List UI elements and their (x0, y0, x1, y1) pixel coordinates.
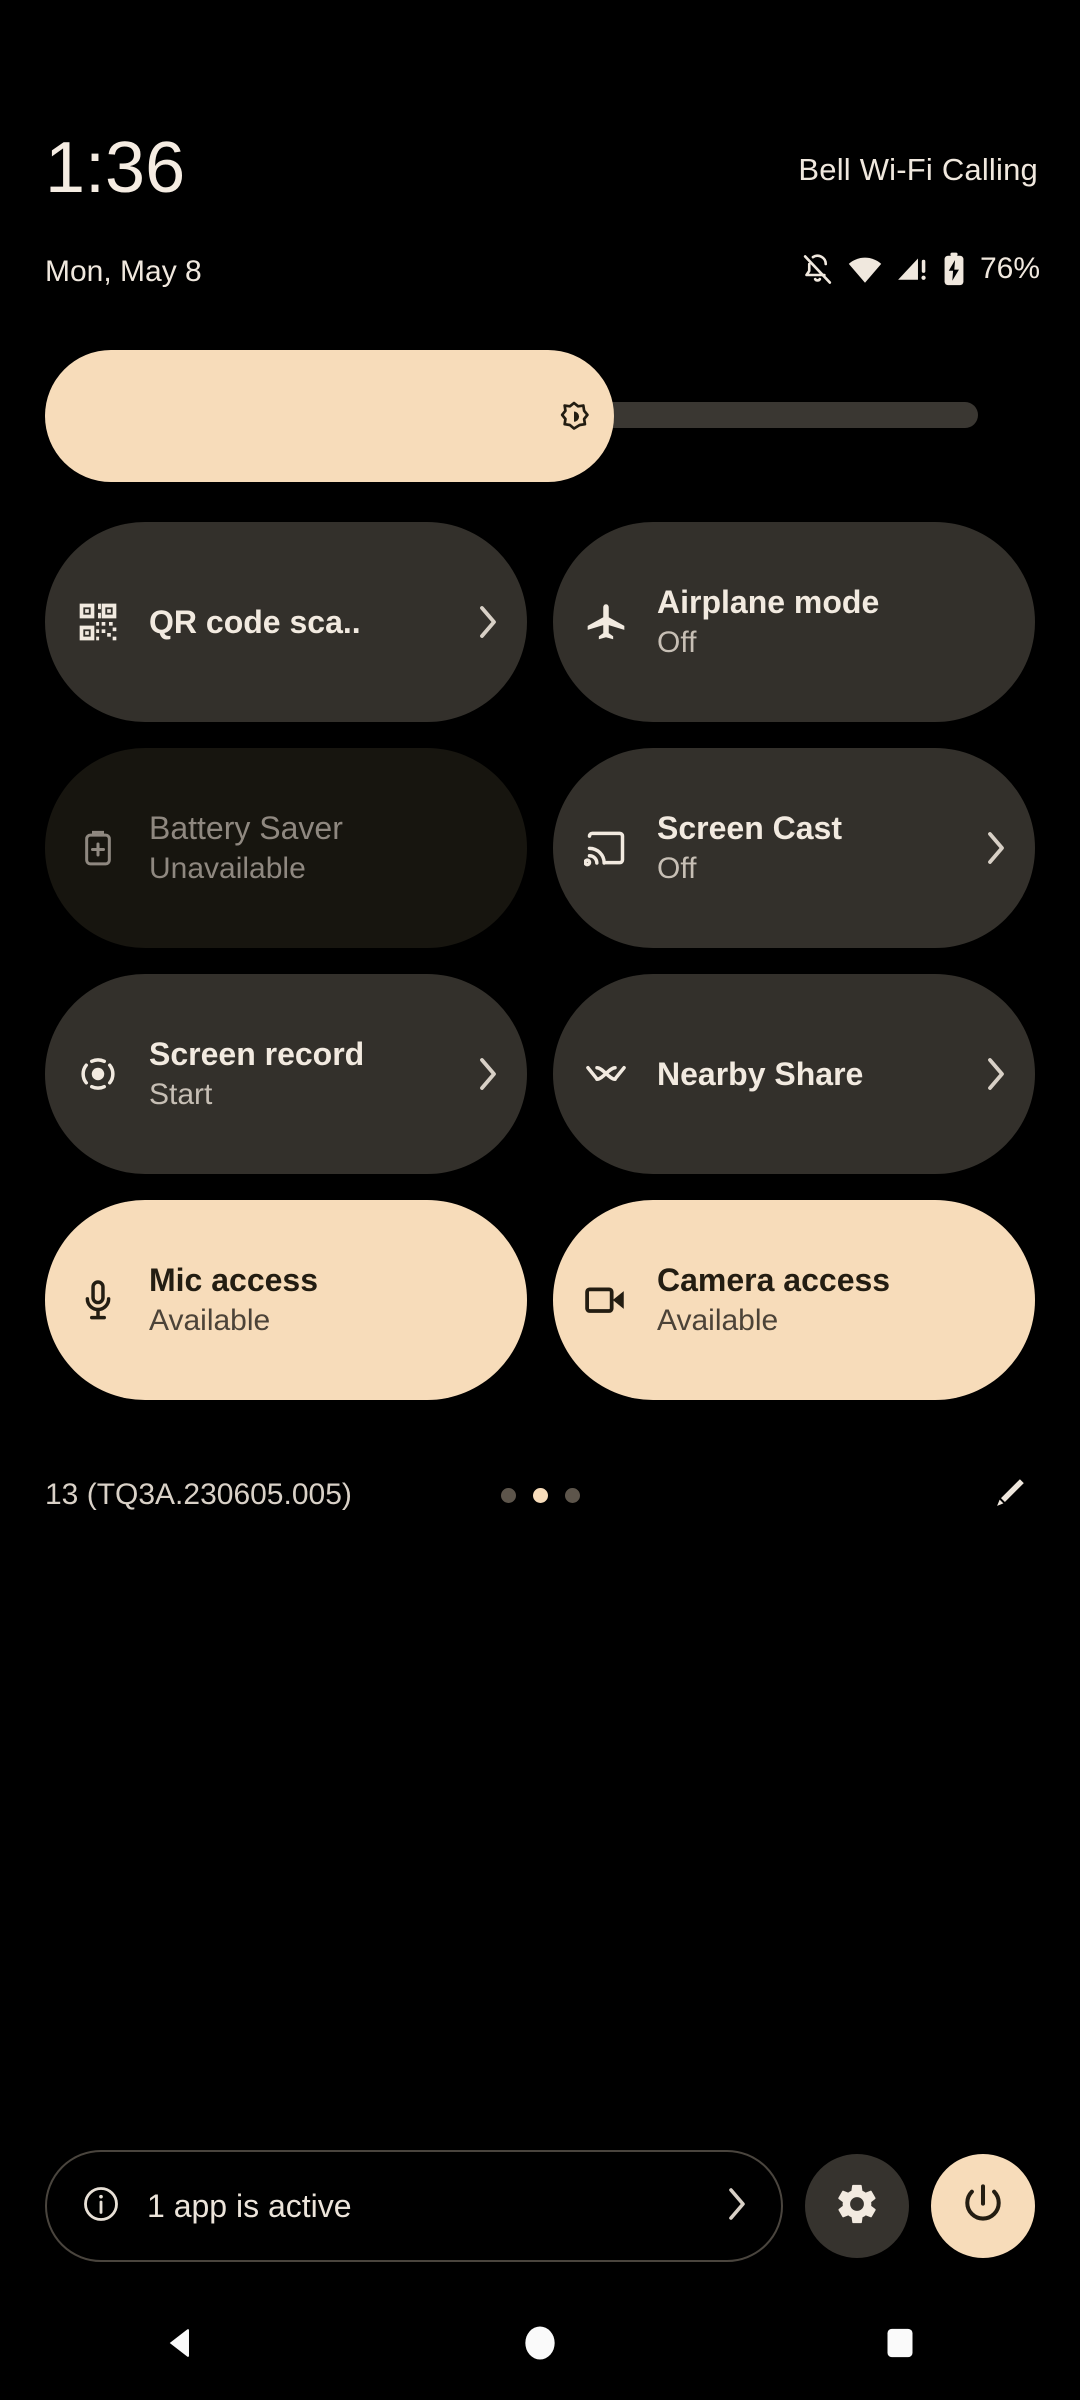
cast-icon (583, 825, 629, 871)
nav-home-button[interactable] (360, 2290, 720, 2400)
quick-settings-panel: 1:36 Bell Wi-Fi Calling Mon, May 8 76% Q… (0, 0, 1080, 2400)
tile-screen-record[interactable]: Screen record Start (45, 974, 527, 1174)
notifications-off-icon (801, 253, 834, 286)
brightness-icon (555, 400, 593, 438)
tile-sublabel: Off (657, 626, 697, 659)
microphone-icon (75, 1277, 121, 1323)
info-icon (81, 2184, 121, 2229)
tile-label: Screen record (149, 1036, 365, 1072)
camera-icon (583, 1277, 629, 1323)
chevron-right-icon[interactable] (983, 826, 1009, 870)
tile-sublabel: Unavailable (149, 852, 306, 885)
tile-battery-saver[interactable]: Battery Saver Unavailable (45, 748, 527, 948)
tile-sublabel: Available (149, 1304, 271, 1337)
tile-label: Battery Saver (149, 810, 343, 846)
power-button[interactable] (931, 2154, 1035, 2258)
chevron-right-icon[interactable] (475, 1052, 501, 1096)
power-icon (960, 2181, 1006, 2232)
tile-camera-access[interactable]: Camera access Available (553, 1200, 1035, 1400)
cell-signal-alert-icon (896, 254, 930, 284)
tile-screen-cast[interactable]: Screen Cast Off (553, 748, 1035, 948)
brightness-fill (45, 350, 615, 482)
tile-text: Nearby Share (657, 1054, 973, 1094)
bottom-bar: 1 app is active (45, 2150, 1035, 2262)
tile-text: Mic access Available (149, 1260, 501, 1340)
tile-text: Screen record Start (149, 1034, 465, 1114)
tile-label: Airplane mode (657, 584, 880, 620)
battery-charging-icon (943, 252, 965, 286)
tile-text: Airplane mode Off (657, 582, 1009, 662)
brightness-slider[interactable] (45, 350, 978, 482)
quick-settings-footer: 13 (TQ3A.230605.005) (45, 1465, 1035, 1525)
tile-text: QR code sca.. (149, 602, 465, 642)
clock[interactable]: 1:36 (45, 130, 185, 206)
date-label[interactable]: Mon, May 8 (45, 255, 202, 289)
tile-label: QR code sca.. (149, 604, 361, 640)
page-dot-active[interactable] (532, 1487, 548, 1503)
nearby-share-icon (583, 1051, 629, 1097)
tile-text: Battery Saver Unavailable (149, 808, 501, 888)
tile-label: Nearby Share (657, 1056, 864, 1092)
qr-code-icon (75, 599, 121, 645)
tile-mic-access[interactable]: Mic access Available (45, 1200, 527, 1400)
chevron-right-icon[interactable] (475, 600, 501, 644)
nav-back-button[interactable] (0, 2290, 360, 2400)
tile-label: Camera access (657, 1262, 891, 1298)
tile-sublabel: Off (657, 852, 697, 885)
nav-recents-button[interactable] (720, 2290, 1080, 2400)
recents-square-icon (880, 2323, 920, 2368)
wifi-icon (847, 254, 883, 284)
screen-record-icon (75, 1051, 121, 1097)
gear-icon (834, 2181, 880, 2232)
page-dot[interactable] (500, 1487, 516, 1503)
tile-nearby-share[interactable]: Nearby Share (553, 974, 1035, 1174)
tile-label: Screen Cast (657, 810, 842, 846)
active-apps-button[interactable]: 1 app is active (45, 2150, 783, 2262)
carrier-label: Bell Wi-Fi Calling (798, 152, 1038, 187)
tile-sublabel: Available (657, 1304, 779, 1337)
quick-settings-tiles: QR code sca.. Airplane mode Off Battery … (45, 522, 1035, 1400)
chevron-right-icon[interactable] (983, 1052, 1009, 1096)
page-dot[interactable] (564, 1487, 580, 1503)
tile-qr-code-scanner[interactable]: QR code sca.. (45, 522, 527, 722)
battery-saver-icon (75, 825, 121, 871)
back-triangle-icon (158, 2321, 202, 2370)
tile-airplane-mode[interactable]: Airplane mode Off (553, 522, 1035, 722)
tile-label: Mic access (149, 1262, 319, 1298)
settings-button[interactable] (805, 2154, 909, 2258)
airplane-icon (583, 599, 629, 645)
status-icons: 76% (801, 252, 1040, 286)
page-indicator (45, 1487, 1035, 1503)
tile-sublabel: Start (149, 1078, 213, 1111)
chevron-right-icon[interactable] (725, 2184, 749, 2229)
active-apps-label: 1 app is active (147, 2187, 352, 2224)
tile-text: Screen Cast Off (657, 808, 973, 888)
home-circle-icon (518, 2321, 562, 2370)
battery-percent: 76% (979, 252, 1040, 285)
tile-text: Camera access Available (657, 1260, 1009, 1340)
navigation-bar (0, 2290, 1080, 2400)
